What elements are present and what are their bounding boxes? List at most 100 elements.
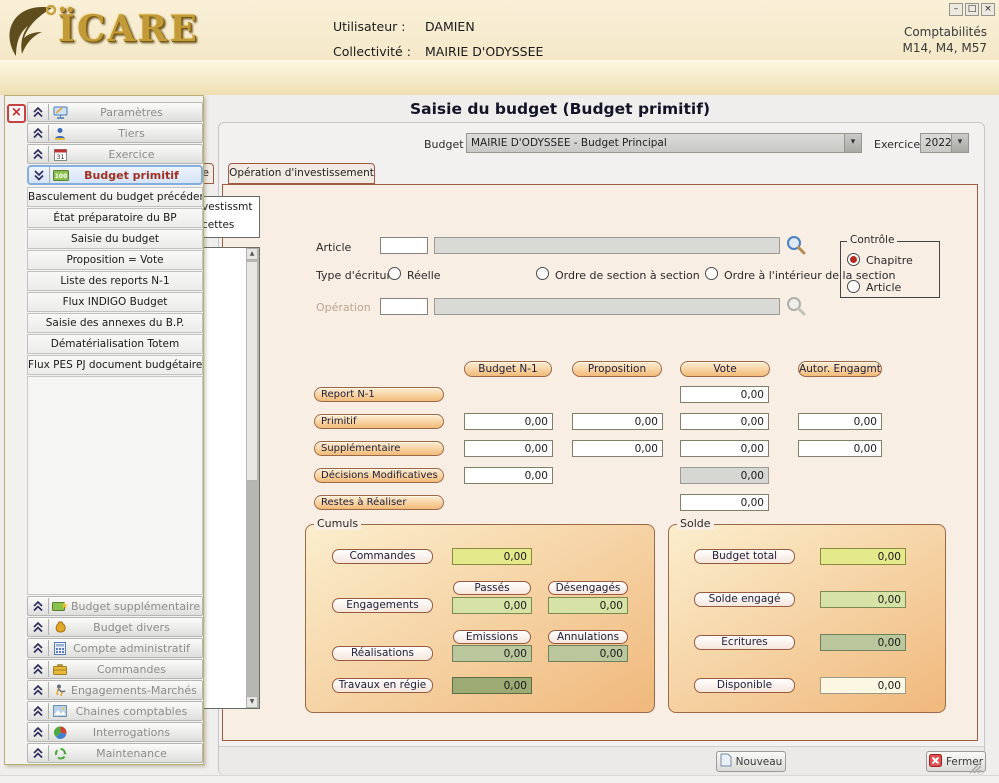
sidebar-section-label: Engagements-Marchés: [71, 684, 202, 697]
cell-primitif-autor[interactable]: 0,00: [798, 413, 882, 430]
nouveau-button-label: Nouveau: [736, 756, 783, 768]
sidebar-section-exercice[interactable]: 31 Exercice: [27, 144, 203, 164]
article-label: Article: [316, 241, 351, 254]
radio-ordre-section-label[interactable]: Ordre de section à section: [555, 269, 700, 282]
scrollbar[interactable]: ▲ ▼: [246, 248, 259, 708]
chevron-double-up-icon: [28, 724, 49, 740]
sidebar-section-maintenance[interactable]: Maintenance: [27, 743, 203, 763]
engagements-button: Engagements: [332, 598, 433, 613]
tab-operation-investissement[interactable]: Opération d'investissement: [228, 163, 375, 184]
sidebar-section-engagements-marches[interactable]: Engagements-Marchés: [27, 680, 203, 700]
chevron-double-up-icon: [28, 682, 49, 698]
row-label-restes-a-realiser: Restes à Réaliser: [314, 495, 444, 510]
window-maximize-button[interactable]: □: [965, 3, 979, 16]
calculator-icon: [49, 642, 71, 655]
cell-supplementaire-autor[interactable]: 0,00: [798, 440, 882, 457]
commandes-value: 0,00: [452, 548, 532, 565]
nouveau-button[interactable]: Nouveau: [716, 751, 786, 772]
banknote-star-icon: ★: [49, 600, 71, 613]
cell-primitif-vote[interactable]: 0,00: [680, 413, 769, 430]
operation-name-input[interactable]: [434, 298, 780, 315]
chevron-double-down-icon: [29, 167, 50, 183]
budget-label: Budget: [424, 138, 464, 151]
resize-grip[interactable]: [968, 760, 982, 777]
sidebar-section-budget-divers[interactable]: Budget divers: [27, 617, 203, 637]
cell-dm-budget-n1[interactable]: 0,00: [464, 467, 553, 484]
pie-chart-icon: [49, 726, 71, 739]
close-red-icon: [929, 754, 942, 770]
sidebar-item-etat-preparatoire[interactable]: État préparatoire du BP: [27, 208, 203, 228]
sidebar-item-basculement[interactable]: Basculement du budget précédent: [27, 187, 203, 207]
operation-code-input[interactable]: [380, 298, 428, 315]
scroll-up-icon[interactable]: ▲: [246, 248, 258, 260]
navigation-sidebar: × Paramètres Tiers 31 Exercice 100 Budge…: [4, 95, 204, 765]
sidebar-section-compte-administratif[interactable]: Compte administratif: [27, 638, 203, 658]
new-page-icon: [720, 753, 732, 770]
travaux-en-regie-value: 0,00: [452, 677, 532, 694]
svg-text:100: 100: [55, 173, 68, 180]
chevron-double-up-icon: [28, 598, 49, 614]
chevron-double-up-icon: [28, 146, 49, 162]
sidebar-section-parametres[interactable]: Paramètres: [27, 102, 203, 122]
sidebar-item-dematerialisation[interactable]: Dématérialisation Totem: [27, 334, 203, 354]
radio-reelle-label[interactable]: Réelle: [407, 269, 441, 282]
sidebar-item-liste-reports[interactable]: Liste des reports N-1: [27, 271, 203, 291]
article-code-input[interactable]: [380, 237, 428, 254]
radio-article[interactable]: [847, 280, 860, 293]
column-header-autor-engagmt: Autor. Engagmt: [798, 361, 882, 377]
radio-article-label[interactable]: Article: [866, 281, 901, 294]
scroll-down-icon[interactable]: ▼: [246, 696, 258, 708]
ecritures-button: Ecritures: [694, 635, 795, 650]
article-search-icon[interactable]: [786, 235, 806, 258]
sidebar-section-label: Chaines comptables: [71, 705, 202, 718]
sidebar-item-proposition-vote[interactable]: Proposition = Vote: [27, 250, 203, 270]
sidebar-section-label: Commandes: [71, 663, 202, 676]
sidebar-section-label: Exercice: [71, 148, 202, 161]
cell-report-vote[interactable]: 0,00: [680, 386, 769, 403]
radio-ordre-interieur[interactable]: [705, 267, 718, 280]
budget-total-button: Budget total: [694, 549, 795, 564]
scrollbar-thumb[interactable]: [246, 261, 258, 481]
sidebar-close-button[interactable]: ×: [7, 104, 26, 123]
sidebar-item-flux-pes-pj[interactable]: Flux PES PJ document budgétaire: [27, 355, 203, 375]
cell-supplementaire-vote[interactable]: 0,00: [680, 440, 769, 457]
window-minimize-button[interactable]: –: [949, 3, 963, 16]
briefcase-icon: [49, 663, 71, 675]
bottom-strip: [0, 775, 999, 783]
sidebar-section-commandes[interactable]: Commandes: [27, 659, 203, 679]
sidebar-section-budget-primitif[interactable]: 100 Budget primitif: [27, 165, 203, 185]
sidebar-empty-area: [27, 376, 203, 595]
banknote-icon: 100: [50, 170, 72, 181]
sidebar-section-budget-supplementaire[interactable]: ★ Budget supplémentaire: [27, 596, 203, 616]
sidebar-section-chaines-comptables[interactable]: Chaines comptables: [27, 701, 203, 721]
chevron-double-up-icon: [28, 640, 49, 656]
chevron-down-icon[interactable]: ▾: [844, 134, 861, 152]
sidebar-section-interrogations[interactable]: Interrogations: [27, 722, 203, 742]
cell-primitif-proposition[interactable]: 0,00: [572, 413, 663, 430]
radio-reelle[interactable]: [388, 267, 401, 280]
sidebar-section-tiers[interactable]: Tiers: [27, 123, 203, 143]
solde-engage-value: 0,00: [820, 591, 906, 608]
cell-primitif-budget-n1[interactable]: 0,00: [464, 413, 553, 430]
sidebar-item-flux-indigo[interactable]: Flux INDIGO Budget: [27, 292, 203, 312]
accounting-info: Comptabilités M14, M4, M57: [903, 24, 988, 56]
radio-chapitre[interactable]: [847, 253, 860, 266]
passes-header: Passés: [453, 581, 531, 595]
cell-supplementaire-proposition[interactable]: 0,00: [572, 440, 663, 457]
article-name-input[interactable]: [434, 237, 780, 254]
desengages-header: Désengagés: [548, 581, 628, 595]
ecritures-value: 0,00: [820, 634, 906, 651]
cell-supplementaire-budget-n1[interactable]: 0,00: [464, 440, 553, 457]
exercice-select[interactable]: 2022 ▾: [920, 133, 969, 153]
sidebar-item-annexes-bp[interactable]: Saisie des annexes du B.P.: [27, 313, 203, 333]
cell-restes-vote[interactable]: 0,00: [680, 494, 769, 511]
realisations-button: Réalisations: [332, 646, 433, 661]
chevron-down-icon[interactable]: ▾: [951, 134, 968, 152]
accounting-value: M14, M4, M57: [903, 40, 988, 56]
sidebar-item-saisie-du-budget[interactable]: Saisie du budget: [27, 229, 203, 249]
radio-ordre-section[interactable]: [536, 267, 549, 280]
icare-bird-logo-icon: [2, 2, 58, 61]
budget-select[interactable]: MAIRIE D'ODYSSEE - Budget Principal ▾: [466, 133, 862, 153]
window-close-button[interactable]: ×: [981, 3, 995, 16]
radio-chapitre-label[interactable]: Chapitre: [866, 254, 913, 267]
